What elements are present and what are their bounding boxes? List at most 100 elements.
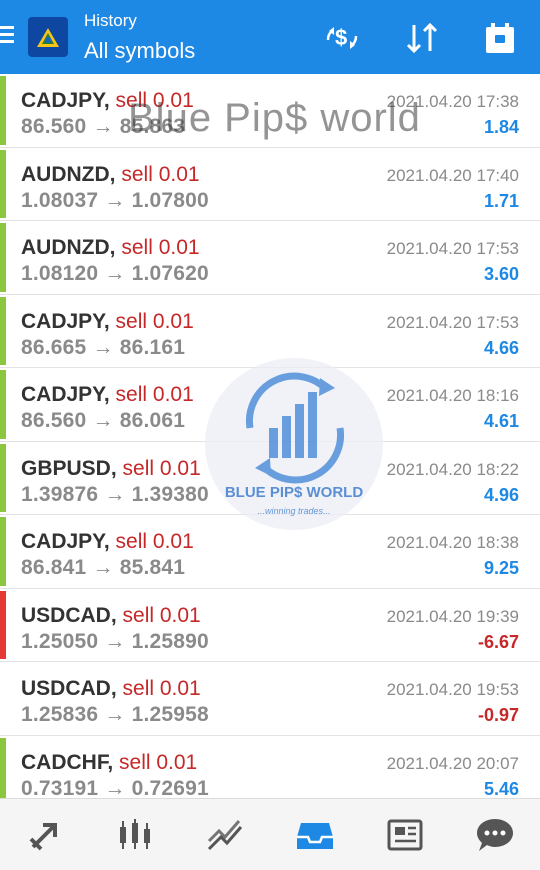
profit-indicator-bar — [0, 517, 6, 586]
trade-prices: 1.08037 → 1.07800 — [21, 189, 209, 213]
app-header: History All symbols $ — [0, 0, 540, 74]
price-arrow: → — [104, 482, 126, 506]
trade-type: sell 0.01 — [115, 383, 194, 406]
trade-row[interactable]: AUDNZD, sell 0.01 1.08037 → 1.07800 2021… — [0, 147, 540, 221]
trade-profit: 9.25 — [483, 558, 519, 578]
close-price: 85.863 — [119, 115, 186, 138]
nav-trade[interactable] — [0, 799, 90, 870]
nav-trend[interactable] — [180, 799, 270, 870]
calendar-icon — [486, 23, 514, 53]
trade-prices: 1.08120 → 1.07620 — [21, 262, 209, 286]
trade-type: sell 0.01 — [122, 603, 201, 627]
profit-indicator-bar — [0, 223, 6, 292]
profit-indicator-bar — [0, 590, 6, 659]
trade-row[interactable]: AUDNZD, sell 0.01 1.08120 → 1.07620 2021… — [0, 221, 540, 295]
trade-time: 2021.04.20 17:53 — [386, 312, 519, 332]
profit-indicator-bar — [0, 737, 6, 806]
open-price: 1.25836 — [21, 703, 99, 726]
close-price: 85.841 — [119, 556, 186, 579]
nav-chat[interactable] — [450, 799, 540, 870]
calendar-button[interactable] — [480, 20, 520, 56]
open-price: 1.25050 — [21, 629, 99, 653]
close-price: 1.25890 — [131, 629, 209, 653]
open-price: 86.841 — [21, 556, 87, 579]
profit-indicator-bar — [0, 296, 6, 365]
trade-type: sell 0.01 — [115, 530, 194, 553]
profit-indicator-bar — [0, 76, 6, 145]
open-price: 1.08120 — [21, 262, 99, 285]
trade-time: 2021.04.20 17:38 — [386, 92, 519, 111]
trade-symbol-line: USDCAD, sell 0.01 — [21, 604, 201, 628]
price-arrow: → — [104, 776, 126, 800]
trade-symbol-line: CADJPY, sell 0.01 — [21, 383, 194, 407]
close-price: 1.07620 — [131, 262, 209, 285]
trade-profit: 1.71 — [483, 190, 519, 211]
trade-symbol: AUDNZD, — [21, 236, 116, 259]
currency-button[interactable]: $ — [322, 20, 362, 56]
trade-type: sell 0.01 — [122, 677, 201, 700]
trade-symbol-line: CADJPY, sell 0.01 — [21, 530, 194, 554]
trade-row[interactable]: USDCAD, sell 0.01 1.25836 → 1.25958 2021… — [0, 662, 540, 736]
trade-arrow-icon — [29, 822, 57, 850]
trade-symbol-line: AUDNZD, sell 0.01 — [21, 163, 200, 187]
open-price: 1.39876 — [21, 482, 99, 506]
trade-row[interactable]: CADJPY, sell 0.01 86.665 → 86.161 2021.0… — [0, 294, 540, 368]
bottom-navigation — [0, 798, 540, 870]
trade-time: 2021.04.20 18:16 — [386, 386, 519, 405]
trade-row[interactable]: CADJPY, sell 0.01 86.841 → 85.841 2021.0… — [0, 515, 540, 589]
close-price: 0.72691 — [131, 776, 209, 800]
trade-symbol: AUDNZD, — [21, 162, 116, 186]
nav-news[interactable] — [360, 799, 450, 870]
price-arrow: → — [92, 556, 114, 579]
trade-prices: 1.25836 → 1.25958 — [21, 703, 209, 727]
trade-symbol-line: GBPUSD, sell 0.01 — [21, 457, 201, 481]
profit-indicator-bar — [0, 443, 6, 512]
trade-profit: 4.61 — [483, 411, 519, 431]
trade-profit: 1.84 — [483, 117, 519, 137]
trade-type: sell 0.01 — [121, 162, 200, 186]
nav-history[interactable] — [270, 799, 360, 870]
close-price: 1.39380 — [131, 482, 209, 506]
trade-symbol-line: CADCHF, sell 0.01 — [21, 751, 197, 775]
trade-row[interactable]: USDCAD, sell 0.01 1.25050 → 1.25890 2021… — [0, 588, 540, 662]
nav-chart[interactable] — [90, 799, 180, 870]
trade-time: 2021.04.20 17:40 — [386, 165, 519, 185]
profit-indicator-bar — [0, 370, 6, 439]
trade-row[interactable]: CADJPY, sell 0.01 86.560 → 85.863 2021.0… — [0, 74, 540, 148]
trade-time: 2021.04.20 19:53 — [386, 680, 519, 699]
trade-profit: -6.67 — [477, 631, 519, 652]
trade-type: sell 0.01 — [119, 750, 198, 774]
trade-time: 2021.04.20 20:07 — [386, 753, 519, 773]
trade-symbol-line: AUDNZD, sell 0.01 — [21, 236, 200, 260]
trade-prices: 86.560 → 86.061 — [21, 409, 185, 433]
open-price: 0.73191 — [21, 776, 99, 800]
sort-button[interactable] — [402, 20, 442, 56]
price-arrow: → — [104, 262, 126, 285]
close-price: 1.25958 — [131, 703, 209, 726]
candlestick-chart-icon — [120, 818, 150, 849]
open-price: 86.665 — [21, 335, 87, 359]
trade-profit: 4.66 — [483, 337, 519, 358]
trade-profit: 3.60 — [483, 264, 519, 284]
trade-symbol: USDCAD, — [21, 677, 117, 700]
trade-symbol: CADJPY, — [21, 89, 110, 112]
trade-symbol: CADJPY, — [21, 530, 110, 553]
metatrader-logo-icon[interactable] — [28, 17, 68, 57]
symbol-filter-title[interactable]: All symbols — [84, 38, 195, 64]
price-arrow: → — [92, 335, 114, 359]
hamburger-menu-icon[interactable] — [0, 26, 16, 48]
trade-symbol-line: CADJPY, sell 0.01 — [21, 310, 194, 334]
trade-type: sell 0.01 — [115, 89, 194, 112]
trade-row[interactable]: GBPUSD, sell 0.01 1.39876 → 1.39380 2021… — [0, 441, 540, 515]
trade-symbol: CADJPY, — [21, 309, 110, 333]
trade-profit: -0.97 — [477, 705, 519, 725]
trade-row[interactable]: CADJPY, sell 0.01 86.560 → 86.061 2021.0… — [0, 368, 540, 442]
news-icon — [387, 819, 423, 850]
trade-symbol-line: CADJPY, sell 0.01 — [21, 89, 194, 113]
trade-history-list: CADJPY, sell 0.01 86.560 → 85.863 2021.0… — [0, 74, 540, 809]
profit-indicator-bar — [0, 149, 6, 218]
trade-prices: 1.39876 → 1.39380 — [21, 483, 209, 507]
price-arrow: → — [92, 115, 114, 138]
trade-prices: 0.73191 → 0.72691 — [21, 777, 209, 801]
trade-time: 2021.04.20 17:53 — [386, 239, 519, 258]
